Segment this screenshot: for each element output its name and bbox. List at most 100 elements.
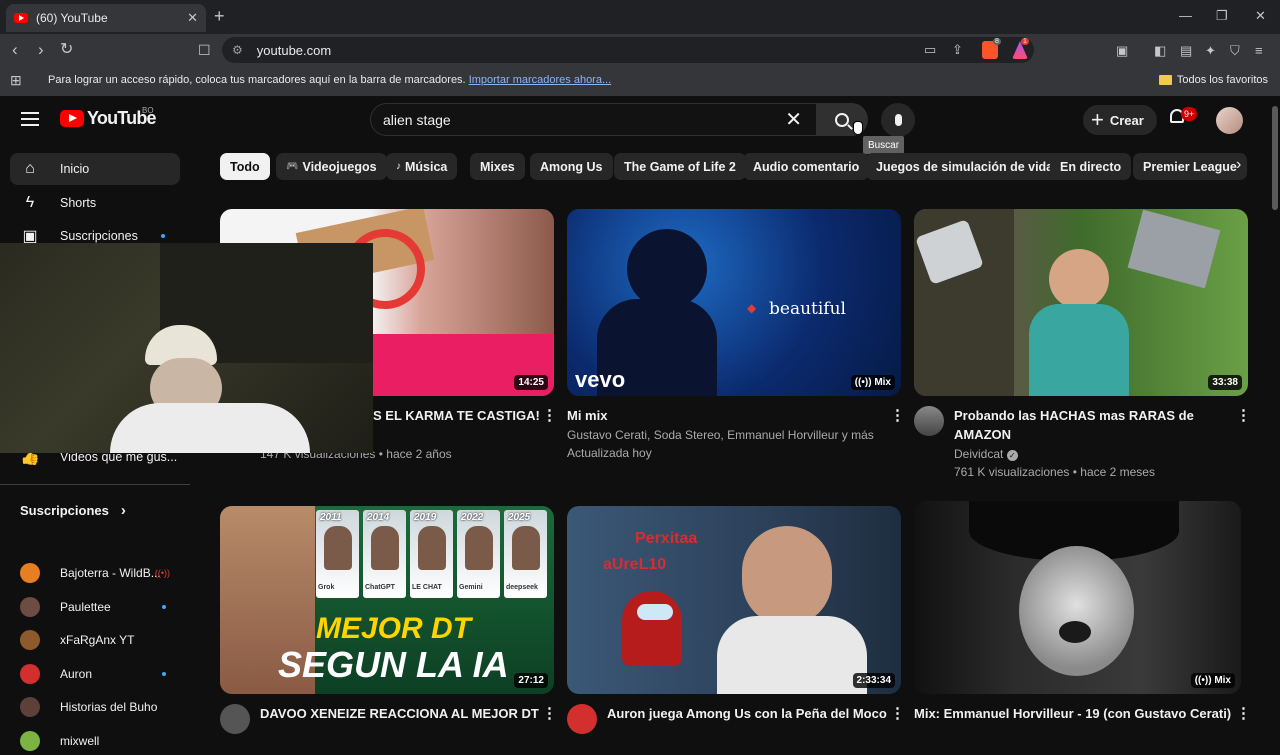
cast-icon[interactable]: ▭ bbox=[924, 42, 936, 58]
subscription-item[interactable]: xFaRgAnx YT bbox=[20, 626, 180, 654]
reload-button[interactable]: ↻ bbox=[60, 40, 73, 60]
sidebar-item-label: Suscripciones bbox=[60, 229, 138, 243]
more-options-icon[interactable]: ⋮ bbox=[542, 704, 557, 722]
video-thumbnail[interactable]: Perxitaa aUreL10 2:33:34 bbox=[567, 506, 901, 694]
person-face bbox=[742, 526, 832, 626]
subscription-item[interactable]: Paulettee bbox=[20, 593, 180, 621]
microphone-icon bbox=[894, 114, 902, 126]
video-title[interactable]: S EL KARMA TE CASTIGA! bbox=[373, 406, 540, 425]
year-card: 2022 Gemini bbox=[457, 510, 500, 598]
scrollbar-thumb[interactable] bbox=[1272, 106, 1278, 210]
all-favorites[interactable]: Todos los favoritos bbox=[1158, 74, 1268, 86]
sidebar-toggle-icon[interactable]: ◧ bbox=[1154, 43, 1166, 59]
share-icon[interactable]: ⇪ bbox=[952, 42, 963, 58]
page-scrollbar[interactable] bbox=[1270, 96, 1280, 720]
chip-audio-comentario[interactable]: Audio comentario bbox=[743, 153, 870, 180]
more-options-icon[interactable]: ⋮ bbox=[1236, 704, 1251, 722]
person-silhouette bbox=[627, 229, 707, 309]
webcam-overlay bbox=[0, 243, 373, 453]
import-bookmarks-link[interactable]: Importar marcadores ahora... bbox=[469, 74, 611, 86]
leo-ai-icon[interactable]: ✦ bbox=[1205, 43, 1216, 59]
bookmark-icon[interactable]: ☐ bbox=[198, 40, 211, 60]
channel-avatar bbox=[20, 663, 40, 684]
browser-tab[interactable]: (60) YouTube ✕ bbox=[6, 4, 206, 32]
chip-música[interactable]: ♪ Música bbox=[386, 153, 458, 180]
video-thumbnail[interactable]: 33:38 bbox=[914, 209, 1248, 396]
video-title[interactable]: Probando las HACHAS mas RARAS de bbox=[954, 406, 1194, 425]
user-avatar[interactable] bbox=[1216, 107, 1243, 134]
subscription-item[interactable]: mixwell bbox=[20, 727, 180, 755]
more-options-icon[interactable]: ⋮ bbox=[1236, 406, 1251, 424]
apps-icon[interactable]: ⊞ bbox=[10, 72, 22, 89]
radio-icon: ((•)) bbox=[1194, 675, 1215, 686]
forward-button[interactable]: › bbox=[38, 40, 44, 60]
sidebar-item-label: Shorts bbox=[60, 196, 97, 210]
chip-videojuegos[interactable]: 🎮 Videojuegos bbox=[276, 153, 387, 180]
video-title[interactable]: Auron juega Among Us con la Peña del Moc… bbox=[607, 704, 887, 723]
chip-juegos-de-simulación-de-vida[interactable]: Juegos de simulación de vida bbox=[866, 153, 1064, 180]
video-meta: 761 K visualizaciones • hace 2 meses bbox=[954, 465, 1155, 479]
video-thumbnail[interactable]: 2011 Grok 2014 ChatGPT 2019 LE CHAT 2022 Gemini… bbox=[220, 506, 554, 694]
subscription-item[interactable]: Historias del Buho bbox=[20, 693, 180, 721]
close-window-button[interactable]: ✕ bbox=[1255, 8, 1266, 24]
video-title-line2[interactable]: AMAZON bbox=[954, 425, 1011, 444]
hamburger-menu-icon[interactable] bbox=[21, 112, 39, 126]
more-options-icon[interactable]: ⋮ bbox=[890, 406, 905, 424]
chevron-right-icon: › bbox=[120, 502, 126, 519]
country-code: BO bbox=[142, 106, 154, 115]
video-thumbnail[interactable]: ◆ beautiful vevo ((•)) Mix bbox=[567, 209, 901, 396]
minimize-button[interactable]: — bbox=[1179, 8, 1192, 23]
tab-close-icon[interactable]: ✕ bbox=[187, 10, 198, 26]
channel-avatar[interactable] bbox=[220, 704, 250, 734]
youtube-favicon-icon bbox=[14, 13, 28, 23]
chip-todo[interactable]: Todo bbox=[220, 153, 270, 180]
coach-photo bbox=[512, 526, 540, 570]
chip-en-directo[interactable]: En directo bbox=[1050, 153, 1132, 180]
video-title[interactable]: Mix: Emmanuel Horvilleur - 19 (con Gusta… bbox=[914, 704, 1231, 723]
more-options-icon[interactable]: ⋮ bbox=[542, 406, 557, 424]
vpn-icon[interactable]: ⛉ bbox=[1230, 43, 1240, 59]
subscriptions-header[interactable]: Suscripciones › bbox=[20, 502, 126, 519]
search-input[interactable]: alien stage ✕ bbox=[370, 103, 816, 136]
channel-name[interactable]: Deividcat ✓ bbox=[954, 445, 1018, 463]
maximize-button[interactable]: ❐ bbox=[1216, 8, 1228, 24]
menu-icon[interactable]: ≡ bbox=[1255, 43, 1263, 58]
chip-label: Música bbox=[405, 159, 448, 174]
back-button[interactable]: ‹ bbox=[12, 40, 18, 60]
address-bar[interactable]: ⚙ youtube.com ▭ ⇪ 8 1 bbox=[222, 37, 1034, 63]
video-title[interactable]: DAVOO XENEIZE REACCIONA AL MEJOR DT bbox=[260, 704, 539, 723]
new-tab-button[interactable]: + bbox=[214, 7, 225, 25]
chip-the-game-of-life-2[interactable]: The Game of Life 2 bbox=[614, 153, 746, 180]
channel-avatar[interactable] bbox=[914, 406, 944, 436]
channel-avatar bbox=[20, 730, 40, 751]
person-face bbox=[1019, 546, 1134, 676]
tab-search-icon[interactable]: ▣ bbox=[1116, 43, 1128, 59]
video-thumbnail[interactable]: ((•)) Mix bbox=[914, 501, 1241, 694]
mix-badge-label: Mix bbox=[874, 377, 891, 388]
video-title[interactable]: Mi mix bbox=[567, 406, 607, 425]
year-label: 2019 bbox=[414, 512, 437, 523]
year-card: 2011 Grok bbox=[316, 510, 359, 598]
sidebar-item-shorts[interactable]: ϟ Shorts bbox=[10, 187, 180, 219]
wallet-icon[interactable]: ▤ bbox=[1180, 43, 1192, 59]
create-button[interactable]: + Crear bbox=[1083, 105, 1157, 135]
clear-search-icon[interactable]: ✕ bbox=[785, 107, 802, 132]
sidebar-item-inicio[interactable]: ⌂ Inicio bbox=[10, 153, 180, 185]
chip-among-us[interactable]: Among Us bbox=[530, 153, 613, 180]
chip-premier-league[interactable]: Premier League bbox=[1133, 153, 1247, 180]
folder-icon bbox=[1158, 75, 1172, 85]
more-options-icon[interactable]: ⋮ bbox=[890, 704, 905, 722]
notifications-badge: 9+ bbox=[1181, 107, 1198, 121]
youtube-logo[interactable]: YouTube BO bbox=[60, 106, 157, 129]
subscription-item[interactable]: Auron bbox=[20, 660, 180, 688]
chevron-right-icon[interactable]: › bbox=[1236, 156, 1241, 174]
voice-search-button[interactable] bbox=[881, 103, 915, 137]
subscription-item[interactable]: Bajoterra - WildB... ((•)) bbox=[20, 559, 180, 587]
shorts-icon: ϟ bbox=[25, 194, 35, 211]
chip-mixes[interactable]: Mixes bbox=[470, 153, 525, 180]
channel-avatar[interactable] bbox=[567, 704, 597, 734]
chip-label: Videojuegos bbox=[302, 159, 377, 174]
site-settings-icon[interactable]: ⚙ bbox=[232, 43, 243, 57]
year-card: 2025 deepseek bbox=[504, 510, 547, 598]
channel-avatar bbox=[20, 630, 40, 650]
